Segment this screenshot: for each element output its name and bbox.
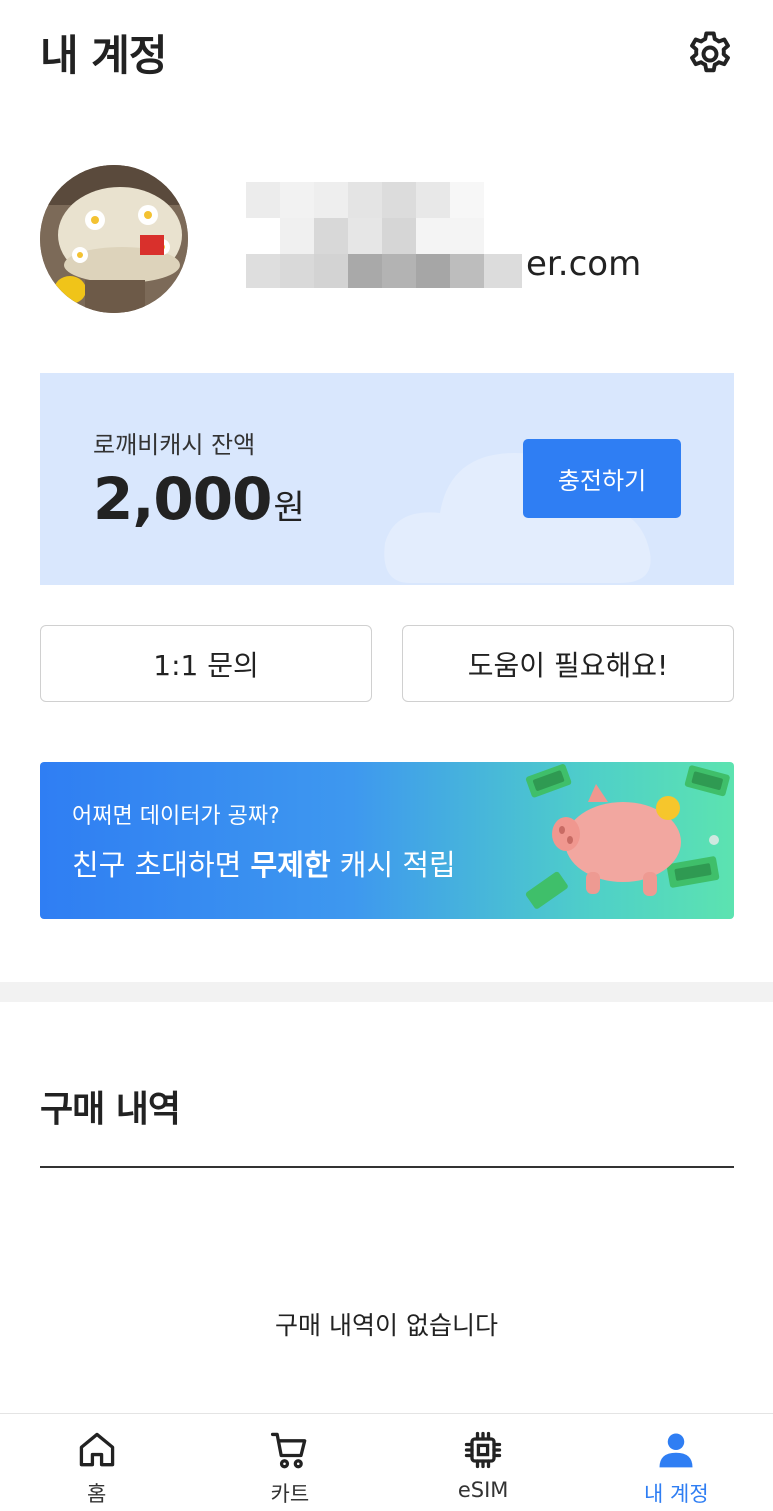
cash-amount-value: 2,000 (93, 465, 272, 533)
cart-icon (270, 1432, 307, 1469)
purchase-history-empty: 구매 내역이 없습니다 (275, 1311, 498, 1340)
bottom-nav: 홈 카트 eSIM 내 계정 (0, 1413, 773, 1511)
purchase-history-rule (40, 1166, 734, 1168)
nav-label-home: 홈 (86, 1482, 107, 1506)
cash-balance-card: 로깨비캐시 잔액 2,000원 충전하기 (40, 373, 734, 585)
settings-button[interactable] (684, 28, 736, 80)
nav-item-esim[interactable]: eSIM (387, 1414, 580, 1511)
gear-icon (690, 31, 730, 73)
cash-amount-unit: 원 (273, 488, 305, 528)
home-icon (79, 1432, 114, 1467)
section-divider (0, 982, 773, 1002)
invite-promo-banner[interactable]: 어쩌면 데이터가 공짜? 친구 초대하면 무제한 캐시 적립 (40, 762, 734, 919)
email-suffix: er.com (526, 244, 642, 284)
promo-title-bold: 무제한 (250, 848, 331, 882)
page-title: 내 계정 (40, 31, 168, 80)
nav-item-home[interactable]: 홈 (0, 1414, 193, 1511)
nav-item-account[interactable]: 내 계정 (580, 1414, 773, 1511)
avatar[interactable] (40, 165, 188, 313)
piggy-bank-icon (525, 764, 730, 909)
purchase-history-title: 구매 내역 (40, 1089, 181, 1130)
help-button[interactable]: 도움이 필요해요! (402, 625, 734, 702)
nav-label-cart: 카트 (270, 1482, 310, 1506)
nav-label-account: 내 계정 (644, 1482, 709, 1506)
email-redaction (246, 182, 526, 292)
cash-balance-amount: 2,000원 (93, 465, 305, 533)
charge-button[interactable]: 충전하기 (523, 439, 681, 518)
cash-balance-label: 로깨비캐시 잔액 (93, 431, 256, 459)
email-address: er.com (246, 182, 666, 292)
inquiry-button[interactable]: 1:1 문의 (40, 625, 372, 702)
nav-label-esim: eSIM (457, 1478, 509, 1502)
profile-section: er.com (0, 160, 773, 320)
user-icon (659, 1433, 693, 1468)
promo-title: 친구 초대하면 무제한 캐시 적립 (72, 842, 456, 884)
promo-subtitle: 어쩌면 데이터가 공짜? (72, 804, 280, 829)
promo-title-suffix: 캐시 적립 (330, 848, 456, 882)
chip-icon (464, 1431, 502, 1469)
nav-item-cart[interactable]: 카트 (193, 1414, 386, 1511)
header: 내 계정 (0, 0, 773, 110)
promo-title-prefix: 친구 초대하면 (72, 848, 251, 882)
